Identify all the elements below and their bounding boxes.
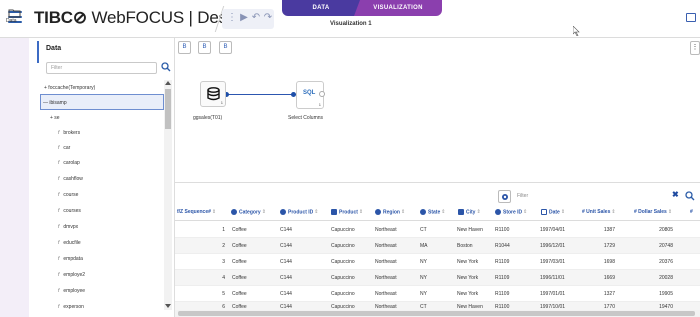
database-icon: [207, 87, 220, 101]
table-row[interactable]: 3 Coffee C144 Capuccino Northeast NY New…: [175, 254, 700, 270]
table-icon: f: [58, 176, 60, 182]
tree-item-label: carolap: [63, 160, 80, 166]
table-icon: f: [58, 192, 60, 198]
folder-icon[interactable]: [8, 8, 21, 18]
table-icon: f: [58, 288, 60, 294]
col-header-product[interactable]: Product⇕: [331, 209, 363, 215]
search-icon[interactable]: [161, 62, 171, 72]
brand-product: WebFOCUS: [86, 8, 184, 27]
col-header-state[interactable]: State⇕: [420, 209, 445, 215]
left-nav-strip: [0, 38, 29, 317]
col-header-unit-sales[interactable]: # Unit Sales⇕: [582, 209, 616, 215]
grid-settings-button[interactable]: [498, 190, 511, 203]
table-icon: f: [58, 130, 60, 136]
panel-toggle-icon[interactable]: [686, 13, 696, 22]
table-icon: f: [58, 208, 60, 214]
dimension-icon: [231, 209, 237, 215]
grid-filter-input[interactable]: Filter: [513, 190, 663, 203]
table-icon: f: [58, 256, 60, 262]
sql-node-text: SQL: [303, 90, 316, 96]
col-header-dollar-sales[interactable]: # Dollar Sales⇕: [634, 209, 672, 215]
more-options-icon[interactable]: ⋮: [690, 41, 700, 55]
sql-node-output-port[interactable]: [319, 91, 325, 97]
table-row[interactable]: 4 Coffee C144 Capuccino Northeast NY New…: [175, 270, 700, 286]
sql-node-count: 1: [318, 102, 321, 107]
tree-item-label: courses: [63, 208, 81, 214]
mode-tabs: DATA VISUALIZATION: [282, 0, 442, 16]
table-icon: f: [58, 304, 60, 310]
tree-item-label: empdata: [63, 256, 83, 262]
grid-search-icon[interactable]: [685, 191, 695, 201]
col-header-date[interactable]: Date⇕: [541, 209, 565, 215]
scroll-down-icon[interactable]: [165, 304, 171, 308]
tree-item-label: car: [63, 145, 71, 151]
col-header-region[interactable]: Region⇕: [375, 209, 405, 215]
col-header-city[interactable]: City⇕: [458, 209, 481, 215]
dimension-icon: [280, 209, 286, 215]
table-row[interactable]: 1 Coffee C144 Capuccino Northeast CT New…: [175, 222, 700, 238]
tab-visualization[interactable]: VISUALIZATION: [354, 0, 442, 16]
tree-item-label: dmvpx: [63, 224, 79, 230]
source-node-count: 1: [220, 100, 223, 105]
mouse-pointer-icon: [573, 26, 580, 36]
table-icon: f: [58, 160, 60, 166]
flow-tool-button-1[interactable]: B: [178, 41, 191, 54]
sql-node-label: Select Columns: [288, 115, 324, 121]
redo-icon[interactable]: ↷: [262, 11, 274, 25]
brand-mark: ⊘: [72, 8, 87, 27]
tree-item-se[interactable]: + se: [50, 110, 174, 126]
calendar-icon: [541, 209, 547, 215]
clear-filter-icon[interactable]: ✖: [672, 190, 679, 199]
scroll-up-icon[interactable]: [165, 81, 171, 85]
col-header-category[interactable]: Category⇕: [231, 209, 266, 215]
play-icon[interactable]: ▶: [238, 11, 250, 25]
brand-divider: |: [184, 8, 198, 27]
panel-accent: [37, 41, 39, 63]
grid-scroll-thumb[interactable]: [178, 311, 695, 316]
col-header-store-id[interactable]: Store ID⇕: [495, 209, 527, 215]
header-divider-line: [175, 220, 700, 221]
flow-connector: [226, 94, 296, 95]
table-icon: f: [58, 224, 60, 230]
dimension-square-icon: [458, 209, 464, 215]
col-header-product-id[interactable]: Product ID⇕: [280, 209, 318, 215]
tree-item-label: cashflow: [63, 176, 83, 182]
source-node[interactable]: 1: [200, 81, 226, 107]
tree-item-label: educfile: [63, 240, 81, 246]
col-header-sequence[interactable]: f/Z Sequence#⇕: [177, 209, 216, 215]
tree-item-label: experson: [63, 304, 84, 310]
data-panel-title: Data: [46, 45, 62, 52]
dimension-icon: [420, 209, 426, 215]
table-row[interactable]: 2 Coffee C144 Capuccino Northeast MA Bos…: [175, 238, 700, 254]
nav-data-label[interactable]: Data: [6, 18, 17, 24]
table-icon: f: [58, 240, 60, 246]
dimension-icon: [495, 209, 501, 215]
gear-icon: [502, 194, 508, 200]
table-row[interactable]: 5 Coffee C144 Capuccino Northeast NY New…: [175, 286, 700, 302]
tree-item-label: brokers: [63, 130, 81, 136]
table-icon: f: [58, 145, 60, 151]
data-panel-scroll-thumb[interactable]: [165, 89, 171, 129]
undo-icon[interactable]: ↶: [250, 11, 262, 25]
dimension-icon: [375, 209, 381, 215]
visualization-title: Visualization 1: [330, 21, 372, 27]
source-node-label: ggsales(T01): [193, 115, 223, 121]
flow-tool-button-3[interactable]: B: [219, 41, 232, 54]
tree-item-label: employe2: [63, 272, 86, 278]
brand-company: TIBC: [34, 8, 73, 27]
col-header-more[interactable]: #: [690, 209, 693, 215]
data-filter-input[interactable]: Filter: [46, 62, 157, 74]
flow-tool-button-2[interactable]: B: [198, 41, 211, 54]
dimension-square-icon: [331, 209, 337, 215]
text-type-icon: f/Z: [177, 209, 185, 215]
tree-item-label: employee: [63, 288, 86, 294]
table-icon: f: [58, 272, 60, 278]
tree-item-label: course: [63, 192, 79, 198]
tab-data[interactable]: DATA: [282, 0, 360, 16]
run-icon[interactable]: ⋮: [226, 11, 238, 25]
tree-item-ibisamp[interactable]: — ibisamp: [40, 94, 164, 110]
